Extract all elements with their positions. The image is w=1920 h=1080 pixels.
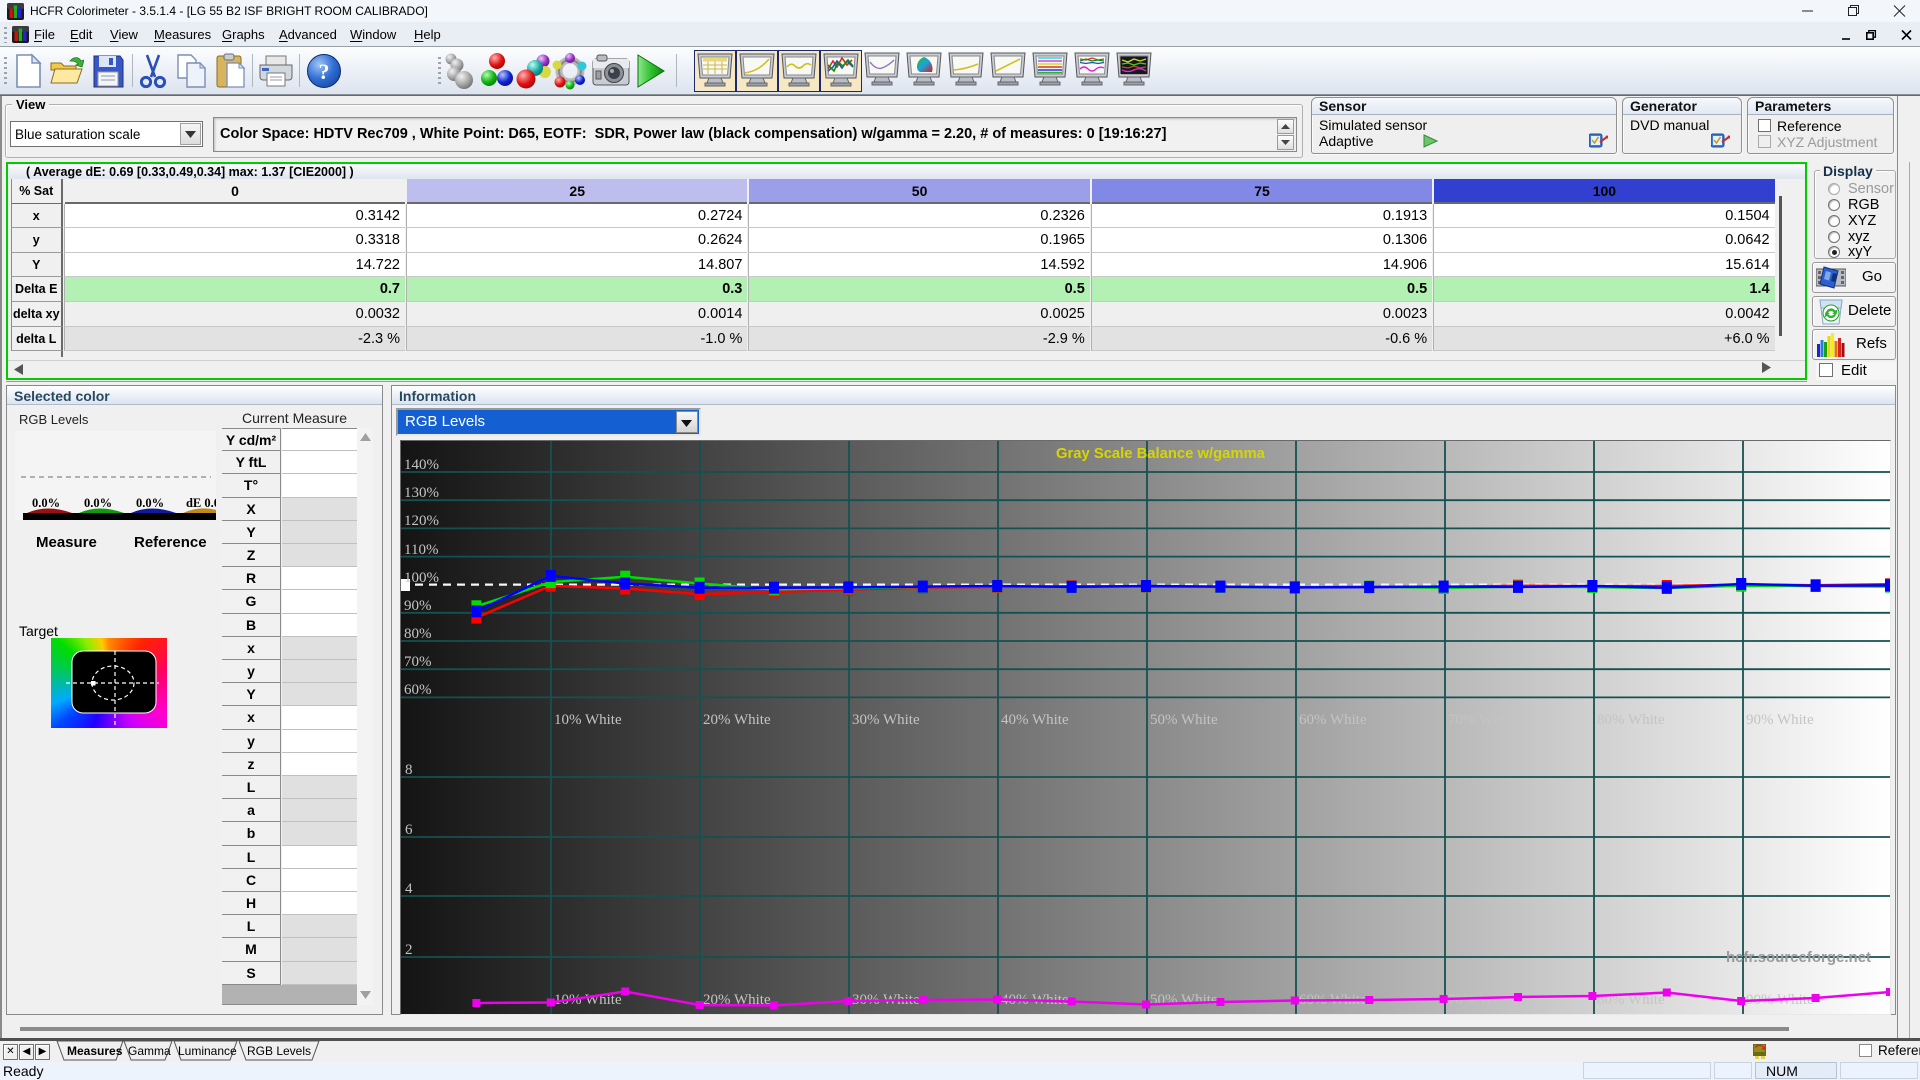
- svg-text:8: 8: [405, 762, 413, 778]
- svg-text:0.0%: 0.0%: [136, 496, 164, 510]
- svg-text:?: ?: [319, 59, 330, 84]
- svg-text:100%: 100%: [404, 570, 439, 586]
- svg-text:Luminance: Luminance: [178, 1044, 237, 1058]
- svg-text:10% White: 10% White: [554, 712, 622, 728]
- svg-text:120%: 120%: [404, 513, 439, 529]
- svg-text:70% White: 70% White: [1448, 992, 1516, 1008]
- svg-text:40% White: 40% White: [1001, 712, 1069, 728]
- svg-text:80% White: 80% White: [1597, 712, 1665, 728]
- svg-text:50% White: 50% White: [1150, 992, 1218, 1008]
- svg-text:90%: 90%: [404, 598, 432, 614]
- svg-text:30% White: 30% White: [852, 712, 920, 728]
- svg-text:90% White: 90% White: [1746, 712, 1814, 728]
- svg-text:Gamma: Gamma: [128, 1044, 171, 1058]
- svg-text:70%: 70%: [404, 654, 432, 670]
- svg-text:130%: 130%: [404, 485, 439, 501]
- svg-text:RGB Levels: RGB Levels: [247, 1044, 311, 1058]
- svg-text:Gray Scale Balance w/gamma: Gray Scale Balance w/gamma: [1056, 446, 1266, 462]
- svg-text:70% White: 70% White: [1448, 712, 1516, 728]
- svg-text:Measures: Measures: [67, 1044, 123, 1058]
- svg-text:60% White: 60% White: [1299, 712, 1367, 728]
- svg-text:4: 4: [405, 881, 413, 897]
- svg-text:0.0%: 0.0%: [84, 496, 112, 510]
- svg-text:50% White: 50% White: [1150, 712, 1218, 728]
- svg-text:hcfr.sourceforge.net: hcfr.sourceforge.net: [1726, 949, 1871, 966]
- svg-text:80%: 80%: [404, 626, 432, 642]
- svg-text:0.0%: 0.0%: [32, 496, 60, 510]
- svg-text:140%: 140%: [404, 457, 439, 473]
- svg-text:dE 0.0: dE 0.0: [186, 496, 216, 510]
- svg-text:20% White: 20% White: [703, 712, 771, 728]
- svg-text:6: 6: [405, 822, 413, 838]
- svg-text:60%: 60%: [404, 682, 432, 698]
- svg-text:110%: 110%: [404, 542, 438, 558]
- svg-text:2: 2: [405, 942, 413, 958]
